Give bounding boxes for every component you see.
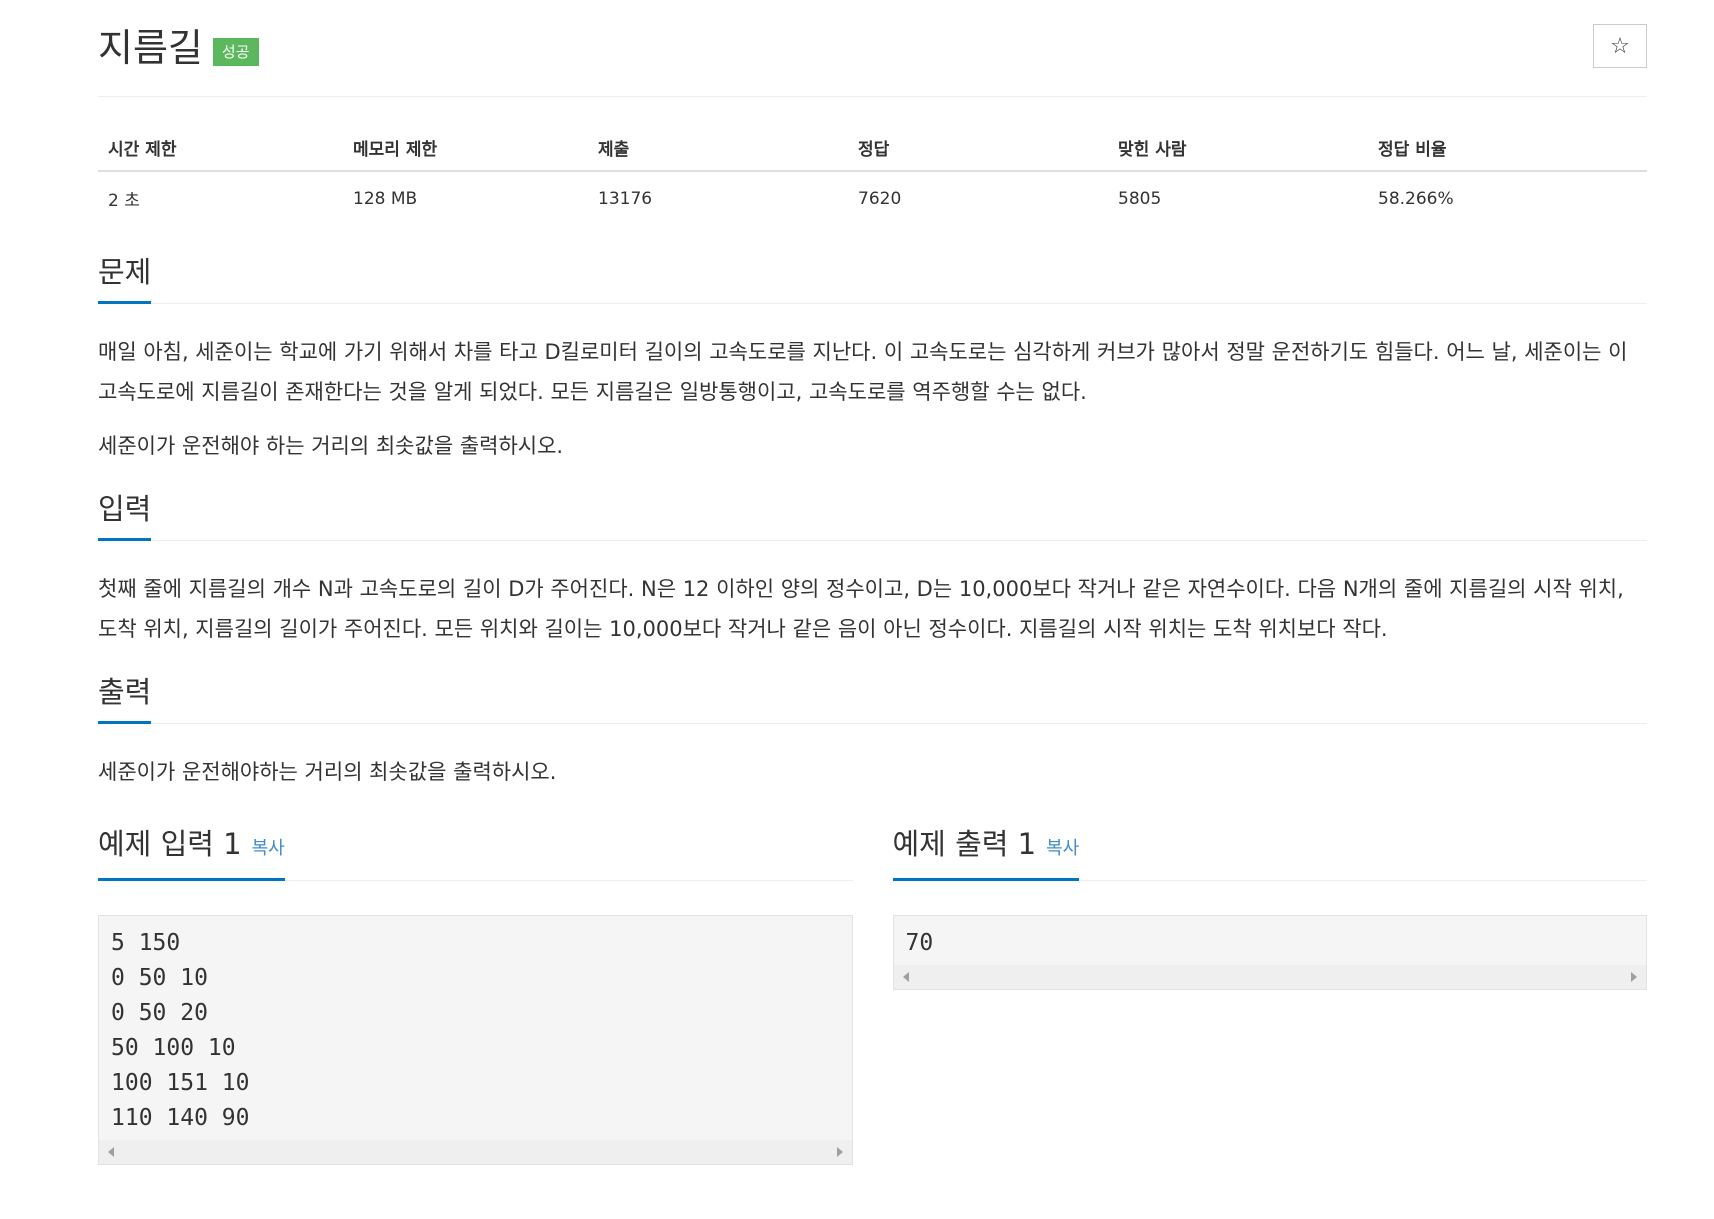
input-description: 첫째 줄에 지름길의 개수 N과 고속도로의 길이 D가 주어진다. N은 12… xyxy=(98,569,1647,649)
sample-output-title-text: 예제 출력 1 xyxy=(892,827,1037,861)
info-header-time-limit: 시간 제한 xyxy=(98,125,343,172)
info-time-limit: 2 초 xyxy=(108,191,140,211)
scroll-right-arrow-icon[interactable] xyxy=(836,1147,843,1157)
info-header-solvers: 맞힌 사람 xyxy=(1108,125,1368,172)
sample-input-line: 100 151 10 xyxy=(111,1070,250,1096)
problem-section: 문제 매일 아침, 세준이는 학교에 가기 위해서 차를 타고 D킬로미터 길이… xyxy=(98,249,1647,466)
input-section-title: 입력 xyxy=(98,488,152,541)
output-section: 출력 세준이가 운전해야하는 거리의 최솟값을 출력하시오. xyxy=(98,669,1647,792)
samples-row: 예제 입력 1 복사 5 150 0 50 10 0 50 20 50 100 10 10… xyxy=(98,827,1647,1165)
sample-input-title-text: 예제 입력 1 xyxy=(98,827,242,861)
favorite-button[interactable]: ☆ xyxy=(1593,24,1647,68)
sample-input-box[interactable]: 5 150 0 50 10 0 50 20 50 100 10 100 151 10 11… xyxy=(98,915,853,1165)
problem-paragraph: 세준이가 운전해야 하는 거리의 최솟값을 출력하시오. xyxy=(98,434,564,458)
input-section: 입력 첫째 줄에 지름길의 개수 N과 고속도로의 길이 D가 주어진다. N은… xyxy=(98,486,1647,649)
horizontal-scrollbar[interactable] xyxy=(893,965,1646,989)
scroll-left-arrow-icon[interactable] xyxy=(902,972,909,982)
info-header-accepted: 정답 xyxy=(848,125,1108,172)
info-solvers: 5805 xyxy=(1118,188,1162,209)
info-submissions: 13176 xyxy=(598,188,653,209)
sample-input-line: 50 100 10 xyxy=(111,1035,236,1061)
sample-output-title: 예제 출력 1 복사 xyxy=(892,823,1080,881)
star-icon: ☆ xyxy=(1610,33,1630,59)
sample-input-title: 예제 입력 1 복사 xyxy=(98,823,285,881)
output-section-title: 출력 xyxy=(98,671,152,724)
sample-input-line: 0 50 20 xyxy=(111,1000,208,1026)
horizontal-scrollbar[interactable] xyxy=(99,1140,852,1164)
sample-input-head: 예제 입력 1 복사 xyxy=(98,827,853,881)
problem-section-head: 문제 xyxy=(98,249,1647,304)
sample-input-panel: 예제 입력 1 복사 5 150 0 50 10 0 50 20 50 100 10 10… xyxy=(98,827,853,1165)
problem-description: 매일 아침, 세준이는 학교에 가기 위해서 차를 타고 D킬로미터 길이의 고… xyxy=(98,332,1647,466)
problem-page: 지름길 성공 ☆ 시간 제한 메모리 제한 제출 정답 맞힌 사람 정답 비율 2… xyxy=(98,0,1647,1165)
info-header-ratio: 정답 비율 xyxy=(1368,125,1647,172)
scroll-right-arrow-icon[interactable] xyxy=(1631,972,1637,982)
output-section-head: 출력 xyxy=(98,669,1647,724)
sample-output-panel: 예제 출력 1 복사 70 xyxy=(892,827,1647,1165)
scroll-left-arrow-icon[interactable] xyxy=(108,1147,114,1157)
sample-input-line: 0 50 10 xyxy=(111,965,208,991)
sample-input-copy-button[interactable]: 복사 xyxy=(252,838,285,859)
sample-output-code: 70 xyxy=(894,916,1647,965)
info-header-row: 시간 제한 메모리 제한 제출 정답 맞힌 사람 정답 비율 xyxy=(98,125,1647,172)
page-title: 지름길 xyxy=(98,26,203,70)
sample-output-box[interactable]: 70 xyxy=(892,915,1647,990)
output-description: 세준이가 운전해야하는 거리의 최솟값을 출력하시오. xyxy=(98,752,1647,792)
info-header-memory-limit: 메모리 제한 xyxy=(343,125,588,172)
info-header-submissions: 제출 xyxy=(588,125,848,172)
sample-input-line: 5 150 xyxy=(111,930,181,956)
sample-input-line: 110 140 90 xyxy=(111,1105,250,1131)
info-ratio: 58.266% xyxy=(1378,188,1454,209)
output-paragraph: 세준이가 운전해야하는 거리의 최솟값을 출력하시오. xyxy=(98,760,557,784)
info-accepted: 7620 xyxy=(858,188,902,209)
sample-output-copy-button[interactable]: 복사 xyxy=(1046,838,1079,859)
problem-paragraph: 매일 아침, 세준이는 학교에 가기 위해서 차를 타고 D킬로미터 길이의 고… xyxy=(98,340,1628,404)
info-memory-limit: 128 MB xyxy=(353,188,418,209)
sample-output-head: 예제 출력 1 복사 xyxy=(892,827,1647,881)
info-value-row: 2 초 128 MB 13176 7620 5805 58.266% xyxy=(98,171,1647,221)
input-paragraph: 첫째 줄에 지름길의 개수 N과 고속도로의 길이 D가 주어진다. N은 12… xyxy=(98,577,1624,641)
problem-section-title: 문제 xyxy=(98,251,152,304)
status-badge: 성공 xyxy=(212,38,259,66)
sample-input-code: 5 150 0 50 10 0 50 20 50 100 10 100 151 10 11… xyxy=(99,916,852,1140)
sample-output-line: 70 xyxy=(905,930,934,956)
problem-header: 지름길 성공 ☆ xyxy=(98,20,1647,97)
input-section-head: 입력 xyxy=(98,486,1647,541)
problem-info-table: 시간 제한 메모리 제한 제출 정답 맞힌 사람 정답 비율 2 초 128 M… xyxy=(98,125,1647,221)
